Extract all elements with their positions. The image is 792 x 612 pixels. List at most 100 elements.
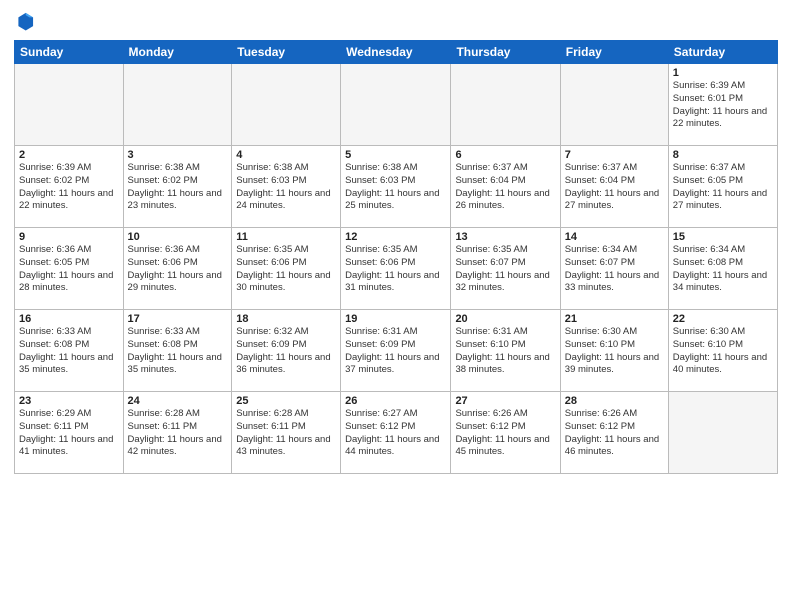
day-cell: [123, 64, 232, 146]
day-cell: 14Sunrise: 6:34 AM Sunset: 6:07 PM Dayli…: [560, 228, 668, 310]
day-cell: [341, 64, 451, 146]
day-cell: 13Sunrise: 6:35 AM Sunset: 6:07 PM Dayli…: [451, 228, 560, 310]
day-number: 26: [345, 395, 446, 407]
day-header-thursday: Thursday: [451, 41, 560, 64]
day-info: Sunrise: 6:32 AM Sunset: 6:09 PM Dayligh…: [236, 326, 336, 377]
day-info: Sunrise: 6:38 AM Sunset: 6:03 PM Dayligh…: [236, 162, 336, 213]
day-cell: 27Sunrise: 6:26 AM Sunset: 6:12 PM Dayli…: [451, 392, 560, 474]
day-cell: 12Sunrise: 6:35 AM Sunset: 6:06 PM Dayli…: [341, 228, 451, 310]
day-cell: 24Sunrise: 6:28 AM Sunset: 6:11 PM Dayli…: [123, 392, 232, 474]
day-info: Sunrise: 6:37 AM Sunset: 6:04 PM Dayligh…: [455, 162, 555, 213]
day-number: 12: [345, 231, 446, 243]
week-row-4: 16Sunrise: 6:33 AM Sunset: 6:08 PM Dayli…: [15, 310, 778, 392]
logo-icon: [14, 10, 36, 32]
day-cell: 23Sunrise: 6:29 AM Sunset: 6:11 PM Dayli…: [15, 392, 124, 474]
day-number: 23: [19, 395, 119, 407]
day-cell: 2Sunrise: 6:39 AM Sunset: 6:02 PM Daylig…: [15, 146, 124, 228]
day-number: 13: [455, 231, 555, 243]
day-cell: 5Sunrise: 6:38 AM Sunset: 6:03 PM Daylig…: [341, 146, 451, 228]
day-number: 25: [236, 395, 336, 407]
day-info: Sunrise: 6:31 AM Sunset: 6:09 PM Dayligh…: [345, 326, 446, 377]
day-header-sunday: Sunday: [15, 41, 124, 64]
day-info: Sunrise: 6:35 AM Sunset: 6:07 PM Dayligh…: [455, 244, 555, 295]
day-info: Sunrise: 6:29 AM Sunset: 6:11 PM Dayligh…: [19, 408, 119, 459]
day-number: 16: [19, 313, 119, 325]
day-cell: [668, 392, 777, 474]
day-number: 15: [673, 231, 773, 243]
day-cell: 28Sunrise: 6:26 AM Sunset: 6:12 PM Dayli…: [560, 392, 668, 474]
header: [14, 10, 778, 32]
calendar-table: SundayMondayTuesdayWednesdayThursdayFrid…: [14, 40, 778, 474]
day-cell: [15, 64, 124, 146]
day-number: 28: [565, 395, 664, 407]
day-info: Sunrise: 6:37 AM Sunset: 6:04 PM Dayligh…: [565, 162, 664, 213]
day-cell: 18Sunrise: 6:32 AM Sunset: 6:09 PM Dayli…: [232, 310, 341, 392]
day-info: Sunrise: 6:28 AM Sunset: 6:11 PM Dayligh…: [128, 408, 228, 459]
day-cell: [232, 64, 341, 146]
day-header-monday: Monday: [123, 41, 232, 64]
day-info: Sunrise: 6:34 AM Sunset: 6:07 PM Dayligh…: [565, 244, 664, 295]
day-cell: 6Sunrise: 6:37 AM Sunset: 6:04 PM Daylig…: [451, 146, 560, 228]
day-info: Sunrise: 6:33 AM Sunset: 6:08 PM Dayligh…: [128, 326, 228, 377]
day-cell: 15Sunrise: 6:34 AM Sunset: 6:08 PM Dayli…: [668, 228, 777, 310]
day-info: Sunrise: 6:31 AM Sunset: 6:10 PM Dayligh…: [455, 326, 555, 377]
day-cell: 26Sunrise: 6:27 AM Sunset: 6:12 PM Dayli…: [341, 392, 451, 474]
day-number: 18: [236, 313, 336, 325]
day-header-friday: Friday: [560, 41, 668, 64]
day-cell: 3Sunrise: 6:38 AM Sunset: 6:02 PM Daylig…: [123, 146, 232, 228]
day-cell: 8Sunrise: 6:37 AM Sunset: 6:05 PM Daylig…: [668, 146, 777, 228]
page: SundayMondayTuesdayWednesdayThursdayFrid…: [0, 0, 792, 612]
day-number: 24: [128, 395, 228, 407]
day-info: Sunrise: 6:36 AM Sunset: 6:05 PM Dayligh…: [19, 244, 119, 295]
calendar-header: SundayMondayTuesdayWednesdayThursdayFrid…: [15, 41, 778, 64]
day-info: Sunrise: 6:34 AM Sunset: 6:08 PM Dayligh…: [673, 244, 773, 295]
day-number: 6: [455, 149, 555, 161]
day-number: 17: [128, 313, 228, 325]
day-number: 20: [455, 313, 555, 325]
day-info: Sunrise: 6:35 AM Sunset: 6:06 PM Dayligh…: [345, 244, 446, 295]
day-info: Sunrise: 6:28 AM Sunset: 6:11 PM Dayligh…: [236, 408, 336, 459]
day-number: 2: [19, 149, 119, 161]
day-cell: 1Sunrise: 6:39 AM Sunset: 6:01 PM Daylig…: [668, 64, 777, 146]
logo: [14, 10, 40, 32]
day-info: Sunrise: 6:26 AM Sunset: 6:12 PM Dayligh…: [455, 408, 555, 459]
week-row-5: 23Sunrise: 6:29 AM Sunset: 6:11 PM Dayli…: [15, 392, 778, 474]
day-header-row: SundayMondayTuesdayWednesdayThursdayFrid…: [15, 41, 778, 64]
day-number: 4: [236, 149, 336, 161]
day-number: 27: [455, 395, 555, 407]
day-number: 8: [673, 149, 773, 161]
day-info: Sunrise: 6:38 AM Sunset: 6:03 PM Dayligh…: [345, 162, 446, 213]
day-number: 14: [565, 231, 664, 243]
day-info: Sunrise: 6:36 AM Sunset: 6:06 PM Dayligh…: [128, 244, 228, 295]
day-cell: 11Sunrise: 6:35 AM Sunset: 6:06 PM Dayli…: [232, 228, 341, 310]
week-row-1: 1Sunrise: 6:39 AM Sunset: 6:01 PM Daylig…: [15, 64, 778, 146]
day-number: 5: [345, 149, 446, 161]
day-cell: 9Sunrise: 6:36 AM Sunset: 6:05 PM Daylig…: [15, 228, 124, 310]
day-number: 3: [128, 149, 228, 161]
day-cell: 25Sunrise: 6:28 AM Sunset: 6:11 PM Dayli…: [232, 392, 341, 474]
day-cell: 4Sunrise: 6:38 AM Sunset: 6:03 PM Daylig…: [232, 146, 341, 228]
week-row-2: 2Sunrise: 6:39 AM Sunset: 6:02 PM Daylig…: [15, 146, 778, 228]
week-row-3: 9Sunrise: 6:36 AM Sunset: 6:05 PM Daylig…: [15, 228, 778, 310]
day-number: 7: [565, 149, 664, 161]
day-info: Sunrise: 6:27 AM Sunset: 6:12 PM Dayligh…: [345, 408, 446, 459]
day-cell: [451, 64, 560, 146]
day-number: 11: [236, 231, 336, 243]
day-number: 1: [673, 67, 773, 79]
day-cell: 20Sunrise: 6:31 AM Sunset: 6:10 PM Dayli…: [451, 310, 560, 392]
day-info: Sunrise: 6:30 AM Sunset: 6:10 PM Dayligh…: [673, 326, 773, 377]
day-info: Sunrise: 6:33 AM Sunset: 6:08 PM Dayligh…: [19, 326, 119, 377]
day-number: 21: [565, 313, 664, 325]
day-info: Sunrise: 6:38 AM Sunset: 6:02 PM Dayligh…: [128, 162, 228, 213]
calendar-body: 1Sunrise: 6:39 AM Sunset: 6:01 PM Daylig…: [15, 64, 778, 474]
day-cell: 19Sunrise: 6:31 AM Sunset: 6:09 PM Dayli…: [341, 310, 451, 392]
day-info: Sunrise: 6:30 AM Sunset: 6:10 PM Dayligh…: [565, 326, 664, 377]
day-info: Sunrise: 6:26 AM Sunset: 6:12 PM Dayligh…: [565, 408, 664, 459]
day-info: Sunrise: 6:39 AM Sunset: 6:02 PM Dayligh…: [19, 162, 119, 213]
day-cell: [560, 64, 668, 146]
day-cell: 7Sunrise: 6:37 AM Sunset: 6:04 PM Daylig…: [560, 146, 668, 228]
day-cell: 21Sunrise: 6:30 AM Sunset: 6:10 PM Dayli…: [560, 310, 668, 392]
day-info: Sunrise: 6:35 AM Sunset: 6:06 PM Dayligh…: [236, 244, 336, 295]
day-info: Sunrise: 6:39 AM Sunset: 6:01 PM Dayligh…: [673, 80, 773, 131]
day-cell: 22Sunrise: 6:30 AM Sunset: 6:10 PM Dayli…: [668, 310, 777, 392]
